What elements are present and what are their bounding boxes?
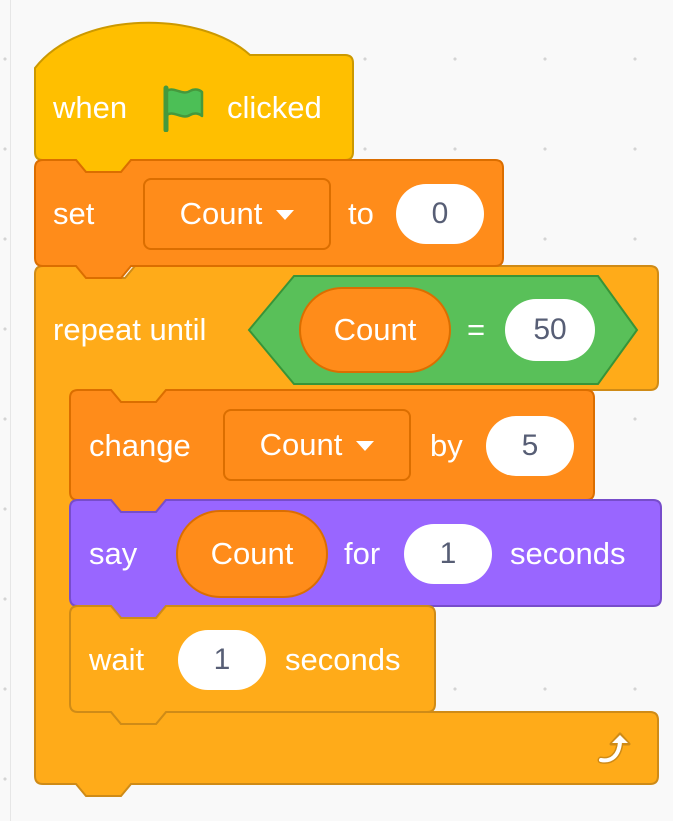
- by-label: by: [430, 428, 463, 463]
- green-flag-icon: [163, 85, 204, 132]
- loop-arrow-icon: [597, 732, 631, 764]
- count-reporter[interactable]: Count: [299, 287, 451, 373]
- wait-label: wait: [89, 642, 145, 677]
- when-label: when: [53, 90, 128, 125]
- say-seconds-input[interactable]: 1: [404, 524, 492, 584]
- repeat-until-label: repeat until: [53, 312, 207, 347]
- say-seconds-label: seconds: [510, 536, 626, 571]
- set-value-input[interactable]: 0: [396, 184, 484, 244]
- set-variable-dropdown[interactable]: Count: [143, 178, 331, 250]
- say-label: say: [89, 536, 138, 571]
- equals-operator-label: =: [467, 312, 486, 347]
- set-variable-name: Count: [179, 196, 263, 231]
- say-count-reporter[interactable]: Count: [176, 510, 328, 598]
- to-label: to: [348, 196, 374, 231]
- change-variable-name: Count: [259, 427, 343, 462]
- change-label: change: [89, 428, 191, 463]
- compare-value-input[interactable]: 50: [505, 299, 595, 361]
- script-canvas[interactable]: when clicked set Count to 0 repeat until…: [0, 0, 673, 821]
- change-value-input[interactable]: 5: [486, 416, 574, 476]
- chevron-down-icon: [356, 441, 375, 451]
- wait-seconds-label: seconds: [285, 642, 401, 677]
- chevron-down-icon: [276, 210, 295, 220]
- change-variable-dropdown[interactable]: Count: [223, 409, 411, 481]
- for-label: for: [344, 536, 381, 571]
- clicked-label: clicked: [227, 90, 322, 125]
- set-label: set: [53, 196, 95, 231]
- wait-seconds-input[interactable]: 1: [178, 630, 266, 690]
